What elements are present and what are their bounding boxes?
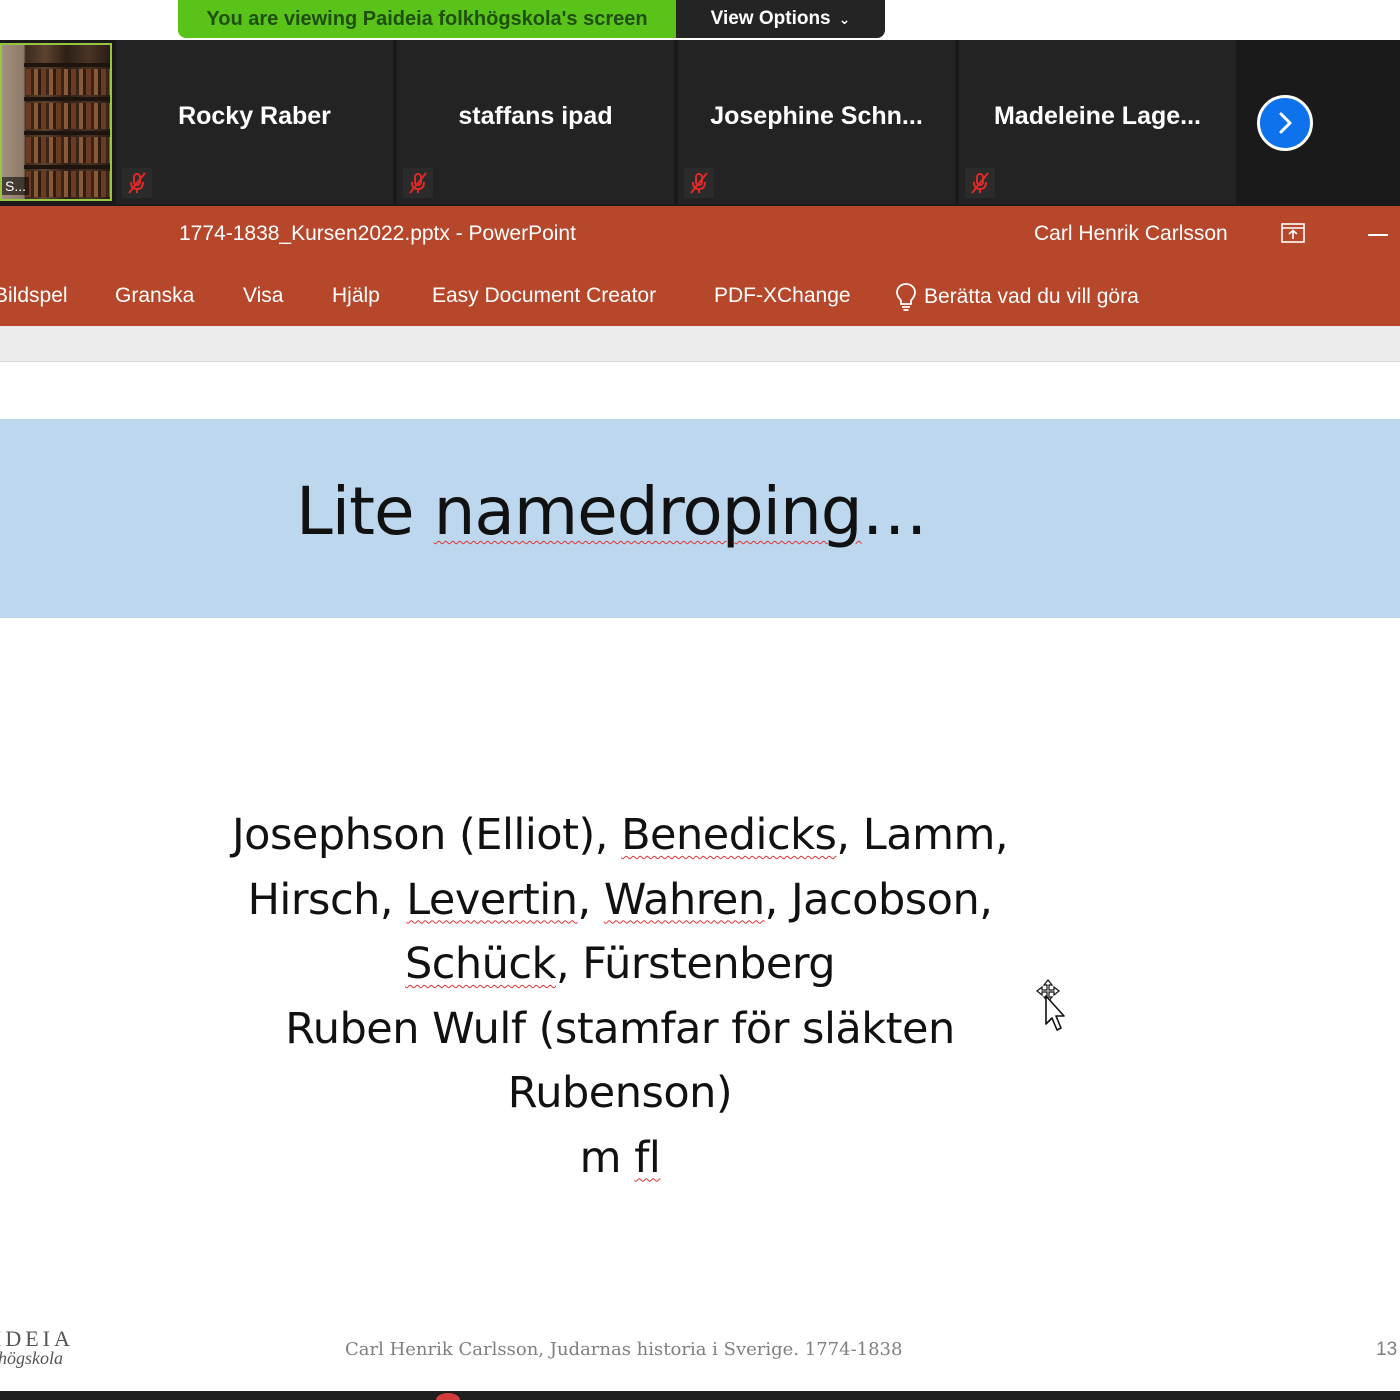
tab-granska[interactable]: Granska (115, 284, 194, 308)
participant-strip: S... Rocky Raber staffans ipad Josephine… (0, 40, 1400, 206)
bookshelf (24, 63, 110, 67)
body-text: , Jacobson, (764, 874, 993, 925)
body-text: , (577, 874, 604, 925)
bookshelf (24, 165, 110, 169)
mic-muted-icon (965, 168, 995, 198)
participant-name: S... (2, 177, 30, 195)
books (26, 171, 110, 197)
paideia-logo: IDEIA högskola (0, 1326, 130, 1371)
slide-number: 13 (1376, 1339, 1398, 1360)
tab-pdf-xchange[interactable]: PDF-XChange (714, 284, 851, 308)
view-options-button[interactable]: View Options ⌄ (676, 0, 885, 38)
books (26, 69, 110, 95)
ribbon-display-options-icon[interactable] (1280, 222, 1306, 244)
body-line: Josephson (Elliot), Benedicks, Lamm, (120, 803, 1120, 868)
view-options-label: View Options (710, 8, 831, 29)
viewing-screen-label: You are viewing Paideia folkhögskola's s… (178, 0, 676, 38)
misspelled-word: namedroping (433, 473, 863, 550)
chevron-down-icon: ⌄ (838, 10, 851, 27)
body-line: Hirsch, Levertin, Wahren, Jacobson, (120, 868, 1120, 933)
body-text: m (579, 1132, 635, 1183)
misspelled-word: Levertin (406, 874, 578, 925)
tab-visa[interactable]: Visa (243, 284, 283, 308)
record-indicator-icon (436, 1393, 460, 1400)
participant-name: staffans ipad (458, 102, 613, 130)
tell-me-search[interactable]: Berätta vad du vill göra (894, 282, 1139, 312)
body-line: Ruben Wulf (stamfar för släkten (285, 1003, 955, 1054)
body-line: Rubenson) (507, 1068, 733, 1118)
body-text: Hirsch, (247, 874, 407, 925)
books (26, 103, 110, 129)
bookshelf (24, 97, 110, 101)
books (26, 137, 110, 163)
participant-name: Josephine Schn... (710, 102, 923, 130)
slide[interactable]: Lite namedroping… Josephson (Elliot), Be… (0, 363, 1400, 1391)
lightbulb-icon (896, 283, 916, 311)
participant-tile[interactable]: staffans ipad (397, 40, 674, 204)
title-text: … (861, 473, 928, 550)
tell-me-label: Berätta vad du vill göra (924, 285, 1139, 308)
body-text: , Lamm, (836, 810, 1009, 860)
tab-hjalp[interactable]: Hjälp (332, 284, 380, 308)
body-line: Schück, Fürstenberg (120, 932, 1120, 997)
misspelled-word: Benedicks (621, 810, 837, 860)
slide-title[interactable]: Lite namedroping… (296, 473, 928, 550)
participant-tile[interactable]: Josephine Schn... (678, 40, 955, 204)
body-text: Josephson (Elliot), (231, 810, 622, 860)
move-cursor-icon (1036, 979, 1065, 1031)
body-text: , Fürstenberg (555, 939, 836, 989)
title-text: Lite (296, 473, 434, 550)
participant-name: Rocky Raber (178, 102, 331, 130)
tab-easy-document-creator[interactable]: Easy Document Creator (432, 284, 656, 308)
mic-muted-icon (122, 168, 152, 198)
bookshelf (24, 131, 110, 135)
participant-name: Madeleine Lage... (993, 102, 1201, 130)
powerpoint-titlebar: 1774-1838_Kursen2022.pptx - PowerPoint C… (0, 206, 1400, 264)
misspelled-word: fl (634, 1132, 661, 1183)
user-name[interactable]: Carl Henrik Carlsson (1034, 222, 1228, 246)
slide-footer: Carl Henrik Carlsson, Judarnas historia … (345, 1339, 903, 1360)
chevron-right-icon (1279, 112, 1292, 134)
participant-tile[interactable]: Madeleine Lage... (959, 40, 1236, 204)
share-banner-row: You are viewing Paideia folkhögskola's s… (0, 0, 1400, 40)
misspelled-word: Schück (404, 939, 557, 989)
body-line: m fl (120, 1126, 1120, 1191)
bottom-taskbar-edge (0, 1391, 1400, 1400)
mic-muted-icon (403, 168, 433, 198)
slide-body-text[interactable]: Josephson (Elliot), Benedicks, Lamm, Hir… (120, 803, 1120, 1190)
minimize-button[interactable] (1368, 234, 1388, 236)
ribbon-tabs: Bildspel Granska Visa Hjälp Easy Documen… (0, 264, 1400, 326)
document-title: 1774-1838_Kursen2022.pptx - PowerPoint (179, 222, 576, 245)
tab-bildspel[interactable]: Bildspel (0, 284, 68, 308)
ribbon-collapsed-area (0, 326, 1400, 362)
participant-tile[interactable]: Rocky Raber (116, 40, 393, 204)
misspelled-word: Wahren (603, 874, 765, 925)
next-participants-button[interactable] (1257, 95, 1313, 151)
participant-video-tile[interactable]: S... (0, 43, 112, 201)
mic-muted-icon (684, 168, 714, 198)
share-banner: You are viewing Paideia folkhögskola's s… (178, 0, 885, 38)
